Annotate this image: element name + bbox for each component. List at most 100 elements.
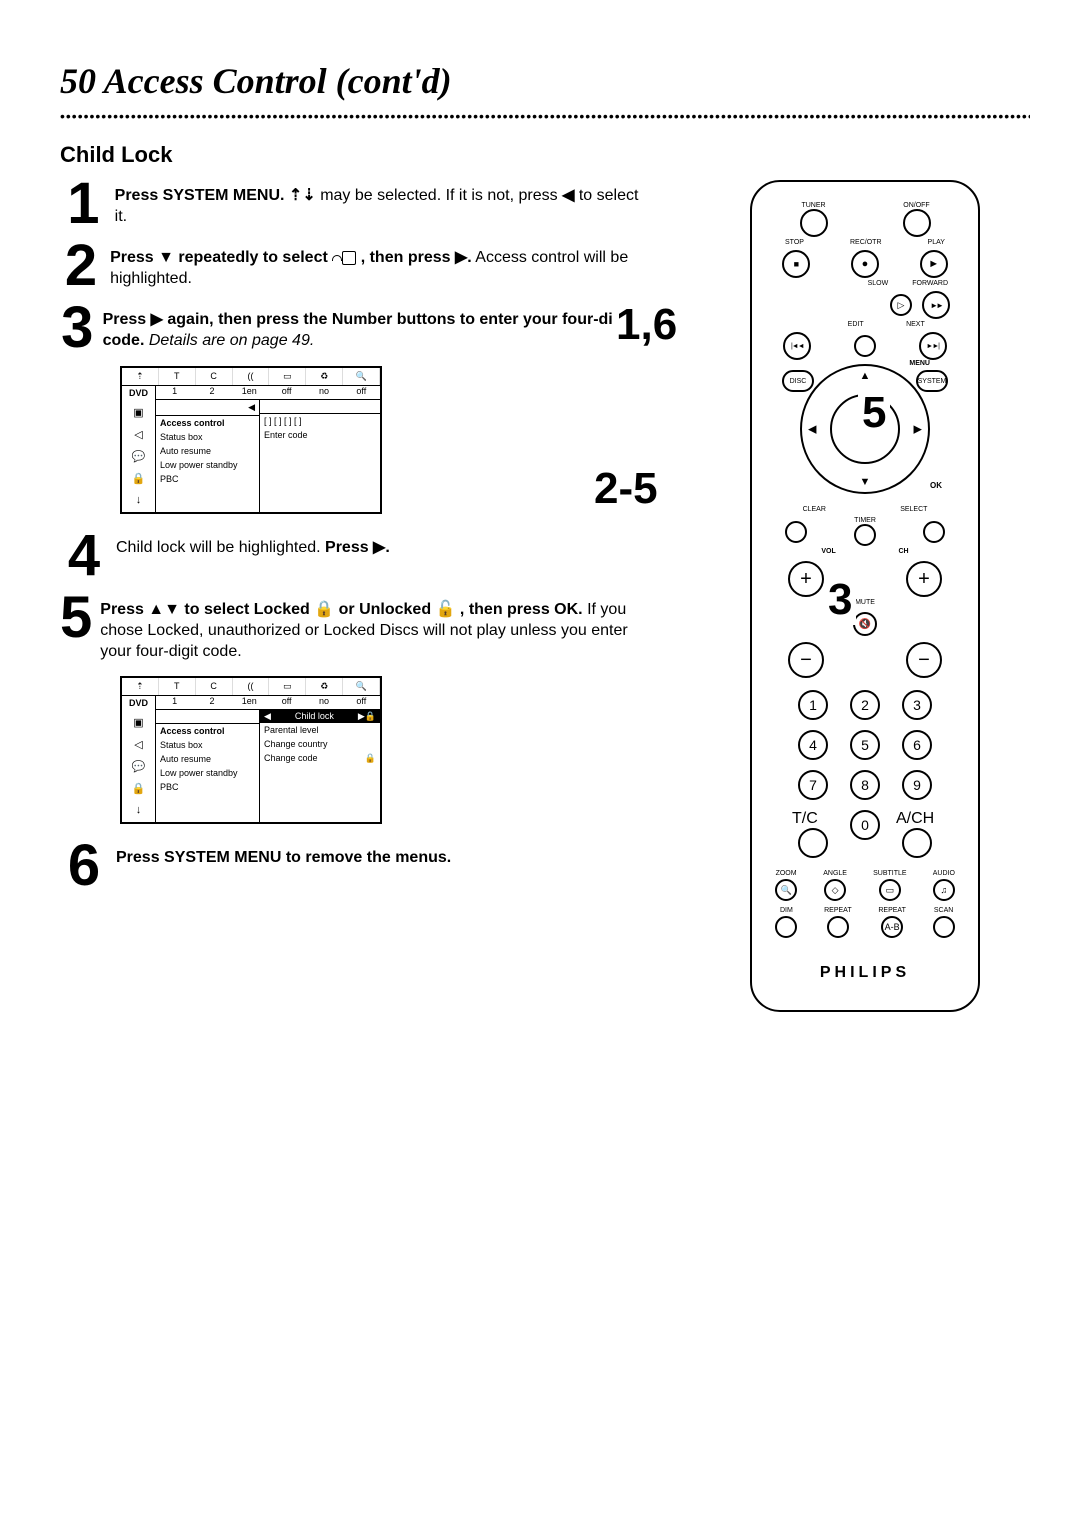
step-number: 2 xyxy=(60,242,102,290)
menu-item: Status box xyxy=(156,430,259,444)
menu-right-item: Change country xyxy=(260,737,380,751)
avch-button[interactable] xyxy=(902,828,932,858)
num-8-button[interactable]: 8 xyxy=(850,770,880,800)
up-arrow-icon[interactable]: ▲ xyxy=(860,370,871,382)
menu-col: off xyxy=(268,696,305,709)
menu-col: 1 xyxy=(156,386,193,399)
mute-button[interactable]: 🔇 xyxy=(853,612,877,636)
menu-item: Status box xyxy=(156,738,259,752)
scan-button[interactable] xyxy=(933,916,955,938)
menu-item: Auto resume xyxy=(156,444,259,458)
callout-2-5: 2-5 xyxy=(590,464,662,514)
repeat-ab-button[interactable]: A-B xyxy=(881,916,903,938)
next-button[interactable] xyxy=(919,332,947,360)
select-button[interactable] xyxy=(923,521,945,543)
dvd-label: DVD xyxy=(122,696,156,710)
callout-1-6: 1,6 xyxy=(612,300,681,350)
dim-label: DIM xyxy=(780,907,793,914)
edit-button[interactable] xyxy=(854,335,876,357)
right-arrow-icon[interactable]: ▶ xyxy=(914,423,922,436)
repeat-button[interactable] xyxy=(827,916,849,938)
callout-3: 3 xyxy=(824,575,856,625)
menu-col: 2 xyxy=(193,386,230,399)
disc-button[interactable]: DISC xyxy=(782,370,814,392)
back-arrow-icon: ◀ xyxy=(156,400,259,416)
zoom-button[interactable]: 🔍 xyxy=(775,879,797,901)
step-number: 1 xyxy=(60,180,107,228)
avch-label: A/CH xyxy=(896,810,938,828)
down-arrow-icon[interactable]: ▼ xyxy=(860,476,871,488)
menu-sidebar-icons: ▣◁💬🔒↓ xyxy=(122,710,156,822)
power-button[interactable] xyxy=(903,209,931,237)
number-pad: 1 2 3 4 5 6 7 8 9 T/C 0 A/CH xyxy=(762,678,968,864)
menu-right-item: Change code xyxy=(264,753,318,764)
num-9-button[interactable]: 9 xyxy=(902,770,932,800)
vol-label: VOL xyxy=(821,548,835,555)
lock-icon: 🔒 xyxy=(365,753,376,764)
play-button[interactable] xyxy=(920,250,948,278)
slow-button[interactable]: ▷ xyxy=(890,294,912,316)
menu-sidebar-icons: ▣ ◁ 💬 🔒 ↓ xyxy=(122,400,156,512)
num-2-button[interactable]: 2 xyxy=(850,690,880,720)
num-5-button[interactable]: 5 xyxy=(850,730,880,760)
dvd-label: DVD xyxy=(122,386,156,400)
scan-label: SCAN xyxy=(934,907,953,914)
menu-screenshot-2: ⇡TC((▭♻🔍 DVD 1 2 1en off no off ▣◁💬🔒↓ xyxy=(120,676,382,824)
code-boxes: [ ] [ ] [ ] [ ] xyxy=(260,414,380,428)
num-0-button[interactable]: 0 xyxy=(850,810,880,840)
speech-icon: 💬 xyxy=(132,450,146,463)
forward-label: FORWARD xyxy=(912,280,948,287)
remote-control-illustration: TUNER ON/OFF STOPREC/OTRPLAY SLOWFORWARD… xyxy=(750,180,980,1012)
num-6-button[interactable]: 6 xyxy=(902,730,932,760)
onoff-label: ON/OFF xyxy=(903,202,931,209)
num-1-button[interactable]: 1 xyxy=(798,690,828,720)
step1-text1: may be selected. If it is not, press xyxy=(320,187,557,204)
pic-icon: ▣ xyxy=(133,406,143,419)
tc-label: T/C xyxy=(792,810,834,828)
step4-text1: Child lock will be highlighted. xyxy=(116,539,321,556)
num-4-button[interactable]: 4 xyxy=(798,730,828,760)
lock-outline-icon xyxy=(332,249,356,266)
zoom-label: ZOOM xyxy=(776,870,797,877)
lock-icon: 🔒 xyxy=(132,472,146,485)
step-4: 4 Child lock will be highlighted. Press … xyxy=(60,532,640,580)
step-5: 5 Press ▲▼ to select Locked 🔒 or Unlocke… xyxy=(60,594,640,662)
vol-up-button[interactable]: + xyxy=(788,561,824,597)
menu-col: off xyxy=(343,386,380,399)
angle-button[interactable]: ◇ xyxy=(824,879,846,901)
ff-button[interactable] xyxy=(922,291,950,319)
ch-down-button[interactable]: − xyxy=(906,642,942,678)
mute-label: MUTE xyxy=(762,599,968,606)
num-7-button[interactable]: 7 xyxy=(798,770,828,800)
menu-item: PBC xyxy=(156,780,259,794)
person-icon: ⇡⇣ xyxy=(289,186,316,207)
menu-label: MENU xyxy=(909,360,930,367)
clear-button[interactable] xyxy=(785,521,807,543)
system-button[interactable]: SYSTEM xyxy=(916,370,948,392)
prev-button[interactable] xyxy=(783,332,811,360)
vol-down-button[interactable]: − xyxy=(788,642,824,678)
tc-button[interactable] xyxy=(798,828,828,858)
menu-col: 2 xyxy=(193,696,230,709)
dim-button[interactable] xyxy=(775,916,797,938)
audio-button[interactable]: ♫ xyxy=(933,879,955,901)
subtitle-button[interactable]: ▭ xyxy=(879,879,901,901)
repeat-ab-label: REPEAT xyxy=(878,907,906,914)
tuner-button[interactable] xyxy=(800,209,828,237)
page-title: 50 Access Control (cont'd) xyxy=(60,60,1030,102)
step5-bold2: or Unlocked xyxy=(339,601,431,618)
rec-button[interactable] xyxy=(851,250,879,278)
divider-dots: ••••••••••••••••••••••••••••••••••••••••… xyxy=(60,108,1030,124)
menu-item: PBC xyxy=(156,472,259,486)
timer-button[interactable] xyxy=(854,524,876,546)
stop-button[interactable] xyxy=(782,250,810,278)
num-3-button[interactable]: 3 xyxy=(902,690,932,720)
menu-item: Access control xyxy=(156,416,259,430)
menu-col: off xyxy=(268,386,305,399)
left-arrow-icon[interactable]: ◀ xyxy=(808,423,816,436)
step-3: 3 Press ▶ again, then press the Number b… xyxy=(60,304,640,352)
menu-col: 1 xyxy=(156,696,193,709)
ch-up-button[interactable]: + xyxy=(906,561,942,597)
step-number: 3 xyxy=(60,304,95,352)
tuner-label: TUNER xyxy=(800,202,828,209)
